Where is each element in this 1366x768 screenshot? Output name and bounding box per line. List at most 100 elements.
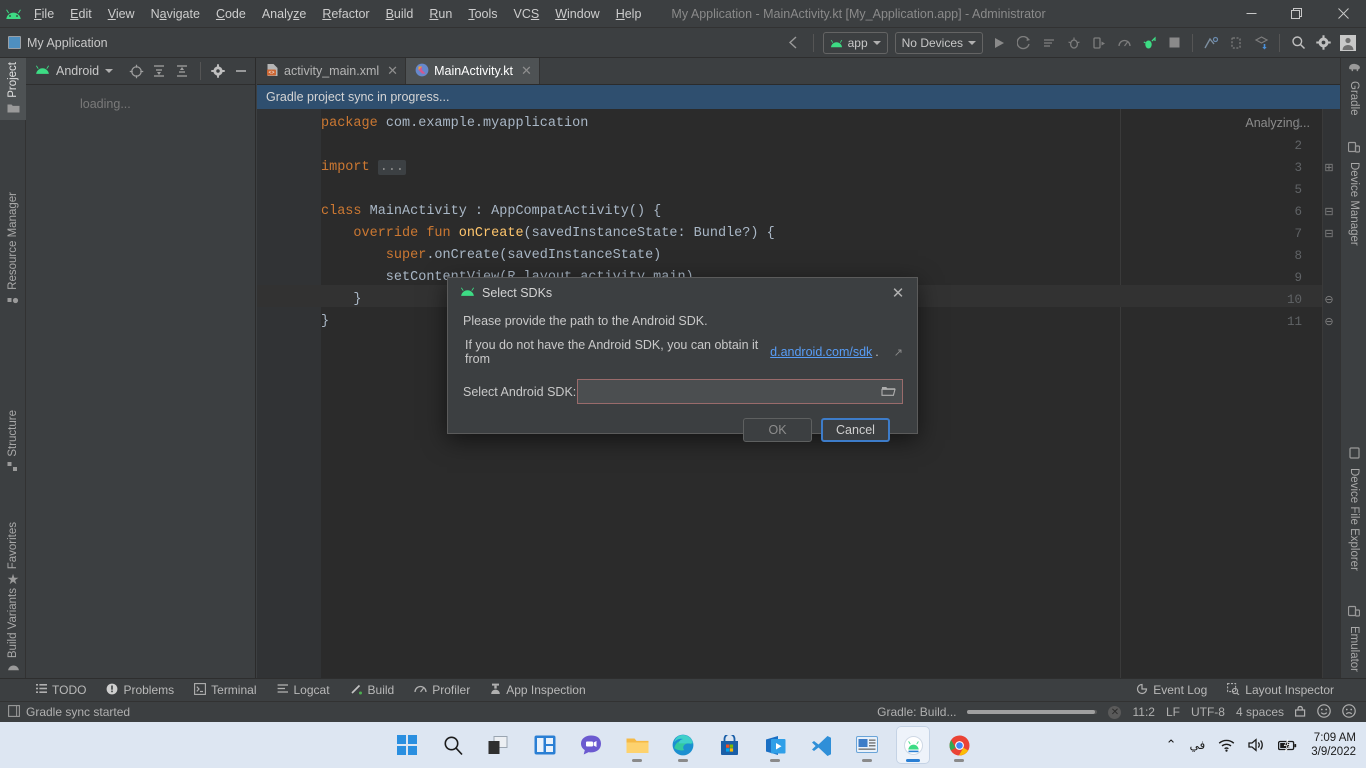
tab-activity-main-xml[interactable]: <> activity_main.xml ✕ [257, 58, 407, 84]
menu-run[interactable]: Run [421, 0, 460, 28]
editor-scroll-markers[interactable] [1322, 109, 1340, 678]
debug-icon[interactable] [1062, 31, 1086, 55]
menu-build[interactable]: Build [378, 0, 422, 28]
task-view-icon[interactable] [482, 726, 516, 764]
fold-marker[interactable]: ⊞ [1322, 157, 1336, 179]
menu-edit[interactable]: Edit [62, 0, 100, 28]
menu-tools[interactable]: Tools [460, 0, 505, 28]
bottom-item-app-inspection[interactable]: App Inspection [480, 679, 595, 702]
sidebar-item-structure[interactable]: Structure [0, 406, 26, 480]
menu-window[interactable]: Window [547, 0, 607, 28]
run-with-coverage-icon[interactable] [1137, 31, 1161, 55]
sad-face-icon[interactable] [1342, 703, 1356, 721]
close-icon[interactable]: ✕ [521, 63, 532, 79]
file-encoding[interactable]: UTF-8 [1191, 705, 1225, 719]
bottom-item-todo[interactable]: TODO [26, 679, 96, 702]
close-icon[interactable]: ✕ [387, 63, 398, 79]
apply-code-changes-icon[interactable] [1037, 31, 1061, 55]
maximize-button[interactable] [1274, 0, 1320, 28]
volume-icon[interactable] [1248, 738, 1265, 752]
sidebar-item-gradle[interactable]: Gradle [1341, 58, 1366, 120]
fold-marker[interactable]: ⊖ [1322, 289, 1336, 311]
bottom-item-profiler[interactable]: Profiler [404, 679, 480, 702]
back-arrow-icon[interactable] [783, 31, 807, 55]
bottom-item-event-log[interactable]: Event Log [1126, 679, 1217, 702]
menu-refactor[interactable]: Refactor [314, 0, 377, 28]
tab-main-activity-kt[interactable]: MainActivity.kt ✕ [406, 58, 540, 84]
minimize-button[interactable] [1228, 0, 1274, 28]
fold-marker[interactable]: ⊟ [1322, 201, 1336, 223]
expand-all-icon[interactable] [149, 59, 169, 83]
sidebar-item-device-file-explorer[interactable]: Device File Explorer [1341, 442, 1366, 575]
sidebar-item-resource-manager[interactable]: Resource Manager [0, 188, 26, 313]
chrome-icon[interactable] [942, 726, 976, 764]
wifi-icon[interactable] [1218, 739, 1235, 752]
sidebar-item-favorites[interactable]: Favorites ★ [0, 518, 26, 589]
folder-open-icon[interactable] [881, 384, 896, 400]
stop-button[interactable] [1162, 31, 1186, 55]
search-icon[interactable] [1286, 31, 1310, 55]
widgets-icon[interactable] [528, 726, 562, 764]
menu-help[interactable]: Help [608, 0, 650, 28]
menu-code[interactable]: Code [208, 0, 254, 28]
ok-button[interactable]: OK [743, 418, 812, 442]
vs-code-icon[interactable] [804, 726, 838, 764]
menu-analyze[interactable]: Analyze [254, 0, 314, 28]
cancel-task-icon[interactable]: ✕ [1108, 705, 1122, 719]
start-button[interactable] [390, 726, 424, 764]
caret-position[interactable]: 11:2 [1132, 705, 1154, 719]
avd-manager-icon[interactable] [1224, 31, 1248, 55]
device-selector[interactable]: No Devices [894, 31, 983, 54]
run-configuration-selector[interactable]: app [822, 31, 888, 54]
menu-view[interactable]: View [100, 0, 143, 28]
search-icon[interactable] [436, 726, 470, 764]
language-indicator[interactable]: في [1189, 738, 1205, 752]
media-player-icon[interactable] [758, 726, 792, 764]
close-icon[interactable]: ✕ [887, 282, 909, 304]
avatar[interactable] [1336, 31, 1360, 55]
hide-panel-icon[interactable] [231, 59, 251, 83]
sidebar-item-project[interactable]: Project [0, 58, 26, 120]
breadcrumb[interactable]: My Application [0, 36, 108, 50]
close-button[interactable] [1320, 0, 1366, 28]
bottom-item-terminal[interactable]: Terminal [184, 679, 266, 702]
menu-file[interactable]: File [26, 0, 62, 28]
chevron-down-icon[interactable] [105, 69, 114, 73]
editor-gutter[interactable] [257, 109, 321, 678]
gear-icon[interactable] [208, 59, 228, 83]
sync-gradle-icon[interactable] [1199, 31, 1223, 55]
android-studio-icon[interactable] [896, 726, 930, 764]
android-sdk-link[interactable]: d.android.com/sdk [770, 345, 872, 359]
select-sdks-dialog[interactable]: Select SDKs ✕ Please provide the path to… [447, 277, 918, 442]
fold-marker[interactable]: ⊖ [1322, 311, 1336, 333]
apply-changes-icon[interactable] [1012, 31, 1036, 55]
attach-debugger-icon[interactable] [1087, 31, 1111, 55]
fold-marker[interactable]: ⊟ [1322, 223, 1336, 245]
gear-icon[interactable] [1311, 31, 1335, 55]
bottom-item-build[interactable]: Build [340, 679, 405, 702]
sdk-manager-icon[interactable] [1249, 31, 1273, 55]
profiler-run-icon[interactable] [1112, 31, 1136, 55]
external-link-icon[interactable]: ↗ [894, 346, 903, 359]
happy-face-icon[interactable] [1317, 703, 1331, 721]
line-separator[interactable]: LF [1166, 705, 1180, 719]
project-view-selector-label[interactable]: Android [56, 64, 99, 78]
sdk-path-input-wrapper[interactable] [577, 379, 903, 404]
cancel-button[interactable]: Cancel [821, 418, 890, 442]
lock-icon[interactable] [1295, 705, 1306, 720]
battery-charging-icon[interactable] [1278, 738, 1298, 752]
file-explorer-icon[interactable] [620, 726, 654, 764]
chat-icon[interactable] [574, 726, 608, 764]
microsoft-store-icon[interactable] [712, 726, 746, 764]
bottom-item-layout-inspector[interactable]: Layout Inspector [1217, 679, 1366, 702]
sidebar-item-emulator[interactable]: Emulator [1341, 600, 1366, 676]
bottom-item-problems[interactable]: Problems [96, 679, 184, 702]
sdk-path-input[interactable] [584, 384, 881, 399]
menu-navigate[interactable]: Navigate [143, 0, 208, 28]
presentation-app-icon[interactable] [850, 726, 884, 764]
bottom-item-logcat[interactable]: Logcat [267, 679, 340, 702]
edge-browser-icon[interactable] [666, 726, 700, 764]
collapse-all-icon[interactable] [172, 59, 192, 83]
sidebar-item-build-variants[interactable]: Build Variants [0, 584, 26, 678]
indent-setting[interactable]: 4 spaces [1236, 705, 1284, 719]
